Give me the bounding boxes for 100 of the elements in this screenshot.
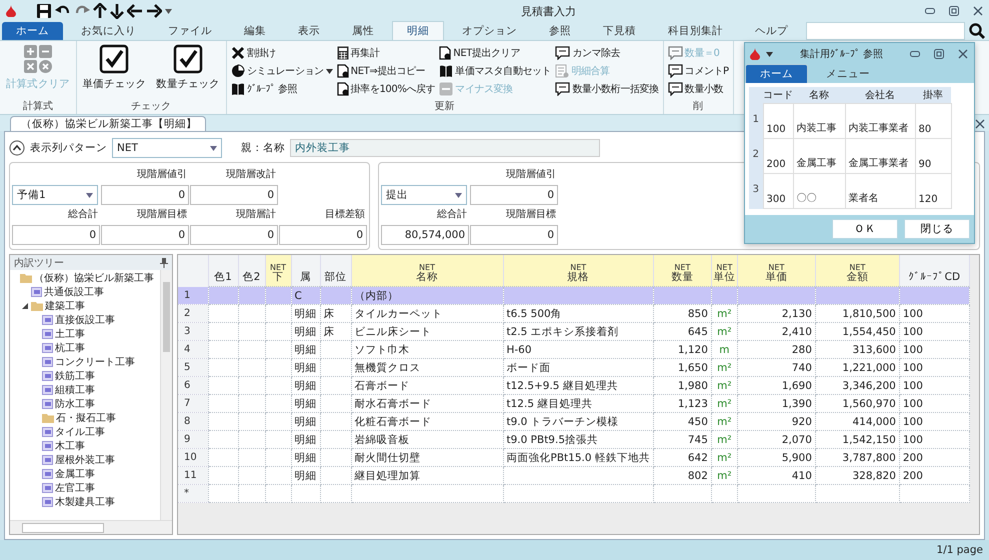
tree-item[interactable]: 防水工事: [10, 397, 160, 411]
tree-item[interactable]: 組積工事: [10, 383, 160, 397]
column-header[interactable]: NET 単価: [737, 255, 816, 286]
input-field[interactable]: 0: [12, 225, 100, 245]
table-row[interactable]: 5 明細 無機質クロス ボード面 1,650 m² 740 1,221,000 100: [178, 358, 970, 376]
ribbon-tab[interactable]: 編集: [230, 22, 280, 40]
column-header[interactable]: NET 下: [265, 255, 291, 286]
tree-item[interactable]: 鉄筋工事: [10, 369, 160, 383]
ribbon-tab[interactable]: 属性: [338, 22, 388, 40]
ribbon-button[interactable]: 数量チェック: [153, 44, 223, 100]
tree-item[interactable]: 杭工事: [10, 341, 160, 355]
ribbon-tab[interactable]: 科目別集計: [654, 22, 737, 40]
column-header[interactable]: 色1: [208, 255, 238, 286]
expanded-icon[interactable]: [21, 302, 29, 310]
ribbon-button[interactable]: 割掛け: [230, 44, 334, 62]
ribbon-button[interactable]: NET提出クリア: [438, 44, 552, 62]
pattern-dropdown[interactable]: NET: [112, 138, 222, 158]
minimize-icon[interactable]: [925, 8, 935, 14]
ribbon-button[interactable]: ｸﾞﾙｰﾌﾟ 参照: [230, 80, 334, 98]
ribbon-tab[interactable]: ヘルプ: [741, 22, 802, 40]
ribbon-tab[interactable]: ホーム: [745, 64, 808, 83]
tree-item[interactable]: （仮称）協栄ビル新築工事: [10, 271, 160, 285]
ribbon-button[interactable]: 単価チェック: [80, 44, 150, 100]
ribbon-button[interactable]: コメントP: [666, 62, 730, 80]
ribbon-button[interactable]: カンマ除去: [554, 44, 660, 62]
caret-icon[interactable]: [326, 68, 333, 74]
tree-item[interactable]: 土工事: [10, 327, 160, 341]
column-header[interactable]: NET 規格: [503, 255, 654, 286]
table-row[interactable]: 8 明細 化粧石膏ボード t9.0 トラバーチン模様 450 m² 920 414,000 100: [178, 412, 970, 430]
tree-item[interactable]: 石・擬石工事: [10, 411, 160, 425]
pin-icon[interactable]: [160, 258, 168, 268]
input-field[interactable]: 0: [190, 185, 278, 205]
tree-item[interactable]: 共通仮設工事: [10, 285, 160, 299]
column-header[interactable]: NET 単位: [711, 255, 738, 286]
column-header[interactable]: NET 名称: [351, 255, 503, 286]
column-header[interactable]: 掛率: [915, 87, 951, 104]
ribbon-button[interactable]: 掛率を100%へ戻す: [336, 80, 436, 98]
input-field[interactable]: 0: [470, 225, 558, 245]
table-row[interactable]: 3 明細 床 ビニル床シート t2.5 エポキシ系接着剤 645 m² 2,410 1,554,450 100: [178, 322, 970, 340]
value-type-dropdown[interactable]: 提出: [381, 185, 467, 205]
tree-item[interactable]: 木製建具工事: [10, 495, 160, 509]
input-field[interactable]: 0: [279, 225, 367, 245]
ribbon-tab[interactable]: 明細: [392, 21, 444, 40]
maximize-icon[interactable]: [949, 6, 959, 16]
ribbon-tab[interactable]: メニュー: [812, 65, 884, 83]
table-row[interactable]: 7 明細 耐水石膏ボード t12.5 継目処理共 1,123 m² 1,390 1,560,970 100: [178, 394, 970, 412]
column-header[interactable]: 部位: [320, 255, 351, 286]
close-icon[interactable]: [973, 6, 983, 16]
table-row[interactable]: *: [178, 484, 970, 502]
tree-item[interactable]: 木工事: [10, 439, 160, 453]
table-row[interactable]: 1 C （内部）: [178, 286, 970, 304]
input-field[interactable]: 80,574,000: [381, 225, 469, 245]
ribbon-tab[interactable]: 参照: [535, 22, 585, 40]
column-header[interactable]: ｸﾞﾙｰﾌﾟCD: [899, 255, 970, 286]
table-row[interactable]: 9 明細 岩綿吸音板 t9.0 PBt9.5捨張共 745 m² 2,070 1,542,150 100: [178, 430, 970, 448]
search-icon[interactable]: [968, 23, 985, 39]
table-row[interactable]: 10 明細 耐火間仕切壁 両面強化PBt15.0 軽鉄下地共 642 m² 5,900 3,787,800 200: [178, 448, 970, 466]
ribbon-tab[interactable]: ホーム: [2, 22, 63, 40]
ribbon-button[interactable]: 再集計: [336, 44, 436, 62]
value-type-dropdown[interactable]: 予備1: [12, 185, 98, 205]
input-field[interactable]: 0: [101, 185, 189, 205]
table-row[interactable]: 2 明細 床 タイルカーペット t6.5 500角 850 m² 2,130 1,810,500 100: [178, 304, 970, 322]
ribbon-button[interactable]: 数量小数桁一括変換: [554, 80, 660, 98]
column-header[interactable]: コード: [763, 87, 793, 104]
tree-item[interactable]: 建築工事: [10, 299, 160, 313]
save-icon[interactable]: [36, 3, 52, 19]
table-row[interactable]: 11 明細 継目処理加算 802 m² 410 328,820 200: [178, 466, 970, 484]
corner-cell[interactable]: [178, 255, 208, 286]
input-field[interactable]: 0: [470, 185, 558, 205]
table-row[interactable]: 6 明細 石膏ボード t12.5+9.5 継目処理共 1,980 m² 1,690 3,346,200 100: [178, 376, 970, 394]
minimize-icon[interactable]: [910, 51, 920, 57]
document-tab[interactable]: （仮称）協栄ビル新築工事【明細】: [10, 116, 206, 131]
tree-item[interactable]: 屋根外装工事: [10, 453, 160, 467]
column-header[interactable]: 色2: [238, 255, 265, 286]
input-field[interactable]: 0: [190, 225, 278, 245]
column-header[interactable]: 名称: [793, 87, 845, 104]
column-header[interactable]: NET 金額: [815, 255, 900, 286]
caret-icon[interactable]: [766, 52, 773, 56]
ribbon-tab[interactable]: ファイル: [154, 22, 226, 40]
tree-item[interactable]: 左官工事: [10, 481, 160, 495]
tree-item[interactable]: タイル工事: [10, 425, 160, 439]
tree-item[interactable]: コンクリート工事: [10, 355, 160, 369]
close-icon[interactable]: [958, 49, 968, 59]
ribbon-tab[interactable]: 表示: [284, 22, 334, 40]
close-icon[interactable]: [975, 119, 985, 129]
tree-item[interactable]: 直接仮設工事: [10, 313, 160, 327]
ribbon-button[interactable]: 数量小数: [666, 80, 730, 98]
input-field[interactable]: 0: [101, 225, 189, 245]
dialog-button[interactable]: ＯＫ: [832, 219, 898, 239]
ribbon-button[interactable]: 単価マスタ自動セット: [438, 62, 552, 80]
maximize-icon[interactable]: [934, 49, 944, 59]
caret-icon[interactable]: [165, 8, 172, 14]
table-row[interactable]: 4 明細 ソフト巾木 H-60 1,120 m 280 313,600 100: [178, 340, 970, 358]
ribbon-button[interactable]: シミュレーション: [230, 62, 334, 80]
caret-icon[interactable]: [86, 192, 93, 198]
column-header[interactable]: 属: [291, 255, 320, 286]
ribbon-tab[interactable]: お気に入り: [67, 22, 150, 40]
scrollbar[interactable]: [10, 520, 172, 534]
ribbon-tab[interactable]: オプション: [448, 22, 531, 40]
collapse-icon[interactable]: [9, 140, 25, 156]
